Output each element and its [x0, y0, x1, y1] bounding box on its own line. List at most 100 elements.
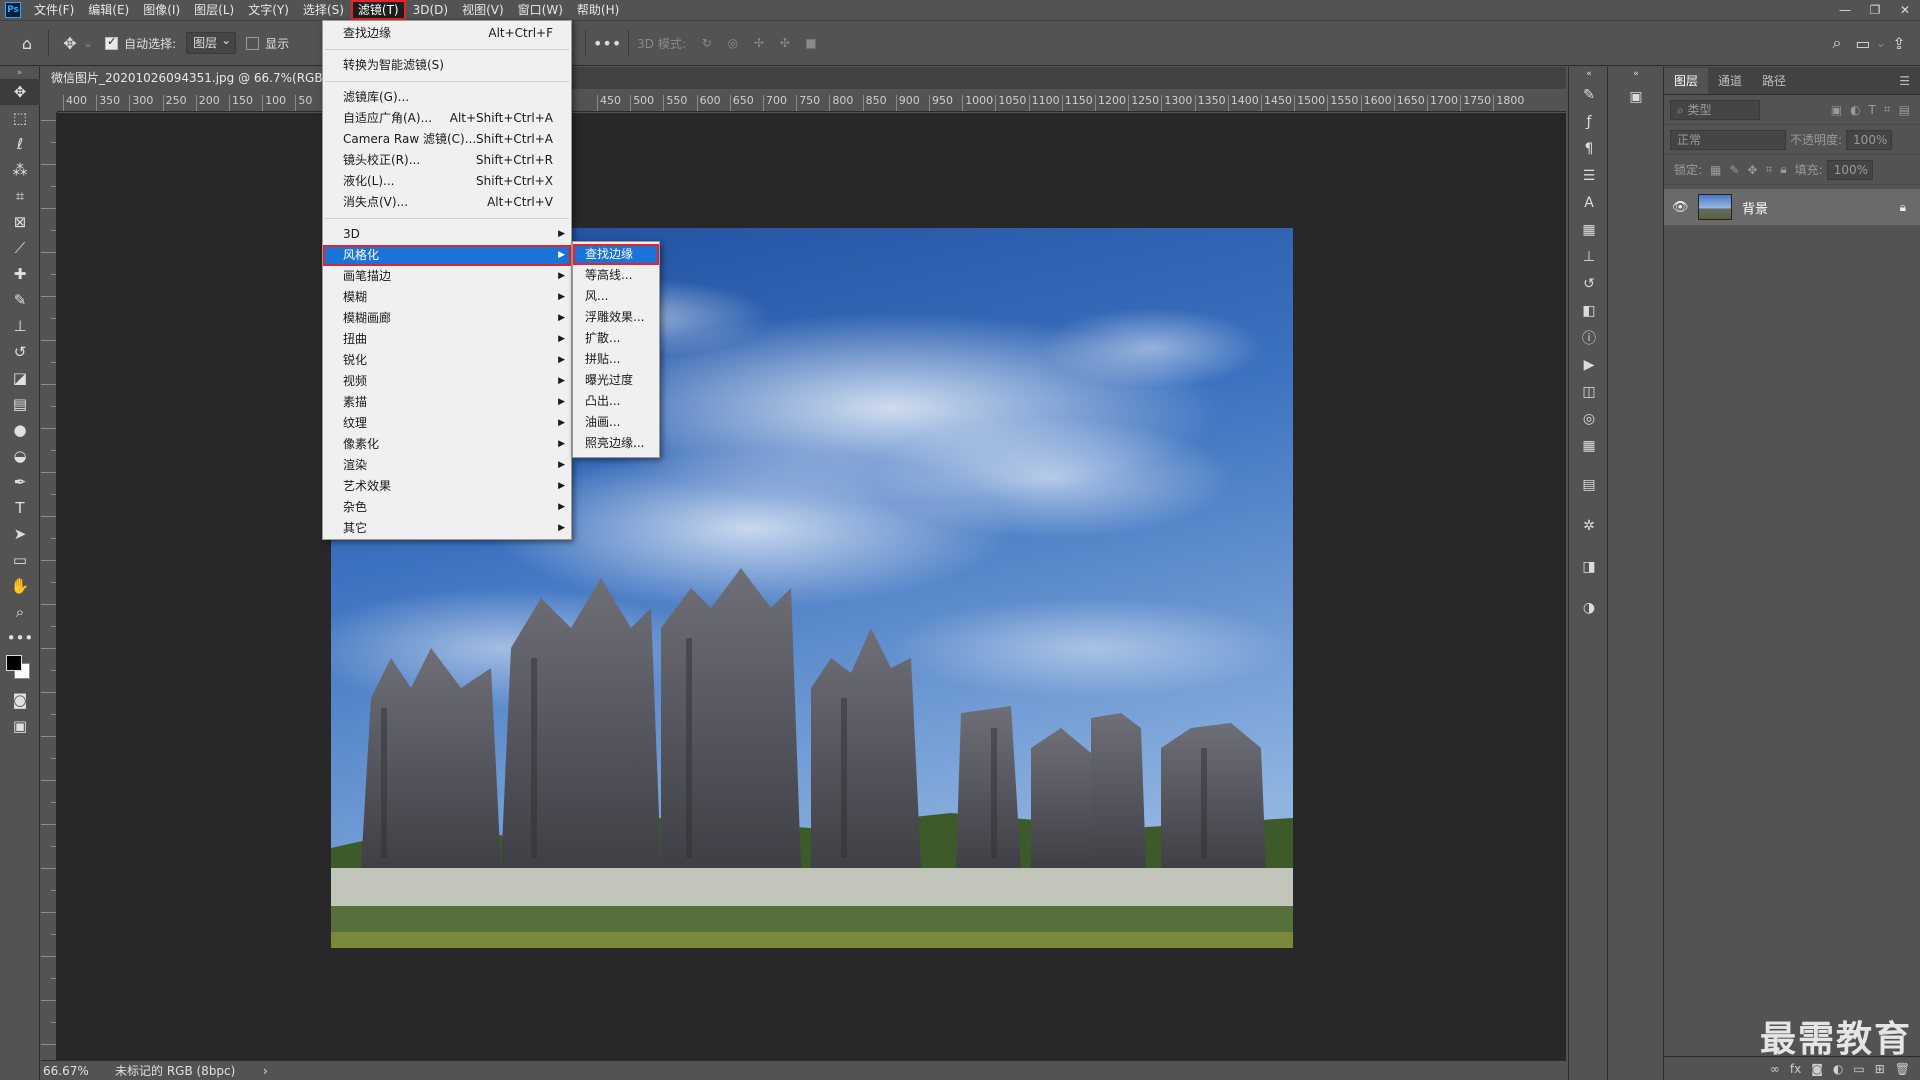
3d-pan-icon[interactable]: ✢ — [746, 30, 772, 56]
filter-menu-item[interactable]: 纹理 ▶ — [323, 413, 571, 434]
ps-logo[interactable]: Ps — [5, 2, 21, 18]
menu-window[interactable]: 窗口(W) — [511, 0, 570, 20]
move-tool-icon[interactable]: ✥ — [57, 30, 83, 56]
new-group-icon[interactable]: ▭ — [1853, 1062, 1864, 1076]
delete-layer-icon[interactable]: 🗑︎ — [1895, 1062, 1910, 1076]
collapse-tools-icon[interactable]: » — [0, 67, 39, 79]
fill-field[interactable]: 100% — [1826, 159, 1873, 180]
3d-icon[interactable]: ◎ — [1569, 405, 1609, 432]
filter-menu-item[interactable]: 液化(L)... Shift+Ctrl+X — [323, 171, 571, 192]
filter-menu-item[interactable]: 风格化 ▶ — [323, 245, 571, 266]
collapse-strip-icon[interactable]: « — [1569, 67, 1609, 81]
screen-mode-icon[interactable]: ▣ — [0, 713, 40, 739]
table-icon[interactable]: ▦ — [1569, 432, 1609, 459]
stylize-submenu-item[interactable]: 照亮边缘... — [573, 433, 659, 454]
layer-name[interactable]: 背景 — [1742, 198, 1900, 217]
libraries-icon[interactable]: ▦ — [1569, 216, 1609, 243]
hand-tool-icon[interactable]: ✋ — [0, 573, 40, 599]
lock-position-icon[interactable]: ✥ — [1747, 163, 1757, 177]
menu-help[interactable]: 帮助(H) — [570, 0, 626, 20]
blend-mode-dropdown[interactable]: 正常 — [1670, 129, 1786, 150]
3d-slide-icon[interactable]: ✣ — [772, 30, 798, 56]
share-icon[interactable]: ⇪ — [1886, 30, 1912, 56]
new-layer-icon[interactable]: ⊞ — [1875, 1062, 1885, 1076]
filter-shape-icon[interactable]: ⌗ — [1884, 102, 1891, 117]
lock-all-icon[interactable]: 🔒︎ — [1780, 162, 1786, 177]
collapse-strip2-icon[interactable]: « — [1608, 67, 1664, 81]
lock-pixels-icon[interactable]: ✎ — [1729, 163, 1739, 177]
timeline-icon[interactable]: ◨ — [1569, 553, 1609, 580]
blur-tool-icon[interactable]: ● — [0, 417, 40, 443]
stylize-submenu-item[interactable]: 凸出... — [573, 391, 659, 412]
adjustments-icon[interactable]: ☰ — [1569, 162, 1609, 189]
paragraph-icon[interactable]: ¶ — [1569, 135, 1609, 162]
search-icon[interactable]: ⌕ — [1824, 30, 1850, 56]
filter-menu-item[interactable]: 3D ▶ — [323, 224, 571, 245]
clone-source-icon[interactable]: ⊥ — [1569, 243, 1609, 270]
lock-transparent-icon[interactable]: ▦ — [1710, 163, 1721, 177]
properties-icon[interactable]: ◧ — [1569, 297, 1609, 324]
filter-menu-item[interactable]: 模糊 ▶ — [323, 287, 571, 308]
tab-layers[interactable]: 图层 — [1664, 68, 1709, 94]
status-expand-icon[interactable]: › — [263, 1061, 268, 1080]
stylize-submenu-item[interactable]: 曝光过度 — [573, 370, 659, 391]
menu-layer[interactable]: 图层(L) — [187, 0, 241, 20]
filter-menu-item[interactable]: 自适应广角(A)... Alt+Shift+Ctrl+A — [323, 108, 571, 129]
lasso-tool-icon[interactable]: ℓ — [0, 131, 40, 157]
color-icon[interactable]: ◑ — [1569, 594, 1609, 621]
menu-filter[interactable]: 滤镜(T) — [350, 0, 406, 20]
more-options-icon[interactable]: ••• — [593, 30, 621, 56]
history-brush-icon[interactable]: ↺ — [0, 339, 40, 365]
layer-style-icon[interactable]: fx — [1790, 1062, 1801, 1076]
stylize-submenu-item[interactable]: 浮雕效果... — [573, 307, 659, 328]
filter-type-icon[interactable]: T — [1869, 103, 1876, 117]
filter-menu-item[interactable]: 渲染 ▶ — [323, 455, 571, 476]
stylize-submenu-item[interactable]: 查找边缘 — [573, 244, 659, 265]
eraser-icon[interactable]: ◪ — [0, 365, 40, 391]
panel-menu-icon[interactable]: ☰ — [1889, 68, 1920, 94]
foreground-color[interactable] — [6, 655, 22, 671]
filter-menu-item[interactable]: 像素化 ▶ — [323, 434, 571, 455]
healing-brush-icon[interactable]: ✚ — [0, 261, 40, 287]
workspace-icon[interactable]: ▭ — [1850, 30, 1876, 56]
dodge-tool-icon[interactable]: ◒ — [0, 443, 40, 469]
filter-menu-item[interactable]: 画笔描边 ▶ — [323, 266, 571, 287]
measure-icon[interactable]: ✲ — [1569, 512, 1609, 539]
filter-menu-item[interactable]: 镜头校正(R)... Shift+Ctrl+R — [323, 150, 571, 171]
filter-menu-item[interactable]: 杂色 ▶ — [323, 497, 571, 518]
eyedropper-icon[interactable]: ⟋ — [0, 235, 40, 261]
clone-stamp-icon[interactable]: ⊥ — [0, 313, 40, 339]
frame-tool-icon[interactable]: ⊠ — [0, 209, 40, 235]
brush-settings-icon[interactable]: ✎ — [1569, 81, 1609, 108]
stylize-submenu-item[interactable]: 油画... — [573, 412, 659, 433]
filter-adjustment-icon[interactable]: ◐ — [1850, 103, 1860, 117]
tab-channels[interactable]: 通道 — [1708, 68, 1752, 94]
menu-type[interactable]: 文字(Y) — [241, 0, 296, 20]
history-icon[interactable]: ↺ — [1569, 270, 1609, 297]
color-swatches[interactable] — [0, 651, 40, 687]
layer-lock-icon[interactable]: 🔒︎ — [1900, 200, 1906, 215]
marquee-tool-icon[interactable]: ⬚ — [0, 105, 40, 131]
quick-mask-icon[interactable]: ◙ — [0, 687, 40, 713]
filter-menu-item[interactable]: 滤镜库(G)... — [323, 87, 571, 108]
filter-menu-item[interactable]: Camera Raw 滤镜(C)... Shift+Ctrl+A — [323, 129, 571, 150]
auto-select-dropdown[interactable]: 图层 — [186, 30, 237, 54]
info-icon[interactable]: ⓘ — [1569, 324, 1609, 351]
menu-view[interactable]: 视图(V) — [455, 0, 511, 20]
status-zoom[interactable]: 66.67% — [43, 1061, 89, 1080]
filter-menu-item[interactable]: 转换为智能滤镜(S) — [323, 55, 571, 76]
magic-wand-icon[interactable]: ⁂ — [0, 157, 40, 183]
brush-tool-icon[interactable]: ✎ — [0, 287, 40, 313]
filter-menu-item[interactable]: 素描 ▶ — [323, 392, 571, 413]
3d-orbit-icon[interactable]: ↻ — [694, 30, 720, 56]
gradient-tool-icon[interactable]: ▤ — [0, 391, 40, 417]
filter-menu-item[interactable]: 视频 ▶ — [323, 371, 571, 392]
layer-row-background[interactable]: 👁︎ 背景 🔒︎ — [1664, 189, 1920, 225]
canvas-area[interactable] — [57, 113, 1566, 1060]
add-mask-icon[interactable]: ◙ — [1811, 1062, 1823, 1076]
stylize-submenu-item[interactable]: 拼贴... — [573, 349, 659, 370]
zoom-tool-icon[interactable]: ⌕ — [0, 599, 40, 625]
vertical-ruler[interactable] — [41, 112, 57, 1060]
eye-icon[interactable]: 👁︎ — [1672, 200, 1692, 215]
menu-image[interactable]: 图像(I) — [136, 0, 187, 20]
